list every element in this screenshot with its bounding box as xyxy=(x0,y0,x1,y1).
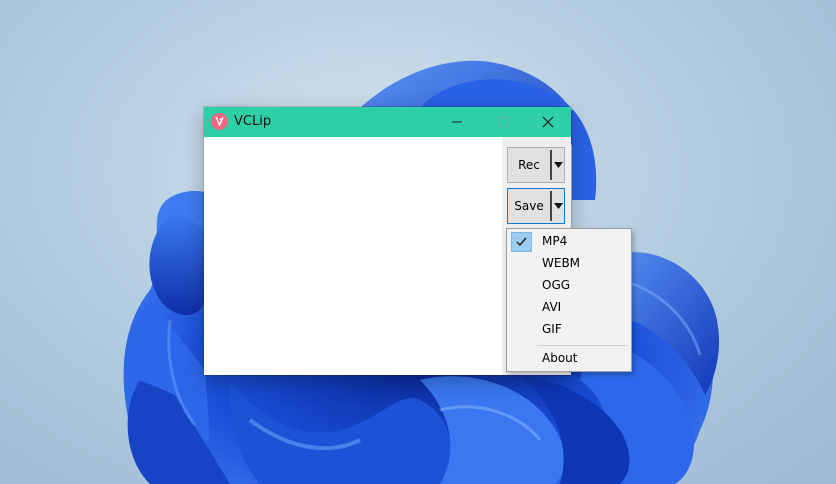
dropdown-arrow-icon xyxy=(554,203,563,209)
menu-item-label: OGG xyxy=(542,278,571,292)
menu-item-about[interactable]: About xyxy=(509,348,629,370)
minimize-button[interactable] xyxy=(434,107,480,137)
menu-item-label: AVI xyxy=(542,300,562,314)
window-title: VCLip xyxy=(234,114,272,129)
menu-item-label: WEBM xyxy=(542,256,581,270)
menu-item-ogg[interactable]: OGG xyxy=(509,275,629,297)
menu-item-webm[interactable]: WEBM xyxy=(509,253,629,275)
save-format-menu: MP4 WEBM OGG AVI GIF About xyxy=(506,228,632,372)
checkmark-highlight xyxy=(511,232,532,252)
preview-area[interactable] xyxy=(204,137,502,375)
menu-item-mp4[interactable]: MP4 xyxy=(509,231,629,253)
rec-button-divider xyxy=(550,150,552,180)
title-bar[interactable]: VCLip xyxy=(204,107,571,137)
rec-button[interactable]: Rec xyxy=(507,147,565,183)
dropdown-arrow-icon xyxy=(554,162,563,168)
menu-item-avi[interactable]: AVI xyxy=(509,297,629,319)
menu-item-gif[interactable]: GIF xyxy=(509,319,629,341)
save-button-label: Save xyxy=(514,199,544,213)
rec-dropdown-toggle[interactable] xyxy=(553,148,564,182)
checkmark-icon xyxy=(516,237,527,247)
menu-separator xyxy=(537,345,627,346)
save-dropdown-toggle[interactable] xyxy=(553,189,564,223)
desktop: VCLip Rec Save MP4 WEBM OGG AVI GIF Abou… xyxy=(0,0,836,484)
maximize-icon xyxy=(498,117,508,127)
menu-item-label: GIF xyxy=(542,322,562,336)
close-button[interactable] xyxy=(525,107,571,137)
maximize-button[interactable] xyxy=(480,107,526,137)
rec-button-label: Rec xyxy=(518,158,540,172)
close-icon xyxy=(542,116,554,128)
minimize-icon xyxy=(452,121,462,123)
menu-item-label: About xyxy=(542,351,578,365)
menu-item-label: MP4 xyxy=(542,234,568,248)
save-button[interactable]: Save xyxy=(507,188,565,224)
save-button-divider xyxy=(550,191,552,221)
vclip-app-icon xyxy=(211,113,228,130)
